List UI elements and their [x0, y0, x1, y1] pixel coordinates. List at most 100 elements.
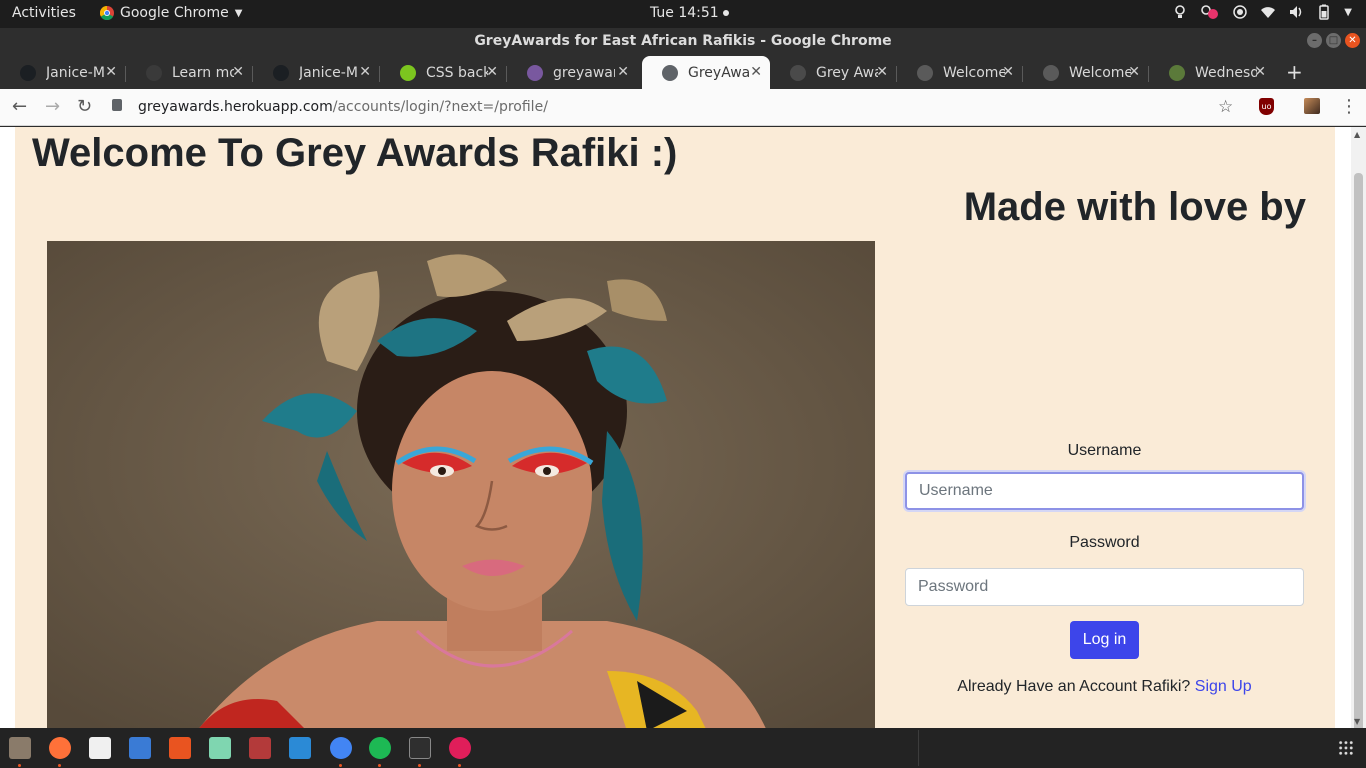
tab-strip: Janice-M ✕ Learn mo ✕ Janice-M ✕ CSS back ✕ grey… [0, 54, 1366, 89]
tab-close-icon[interactable]: ✕ [1002, 64, 1014, 80]
taskbar [0, 728, 1366, 768]
tab-close-icon[interactable]: ✕ [617, 64, 629, 80]
running-indicator [18, 764, 21, 767]
app-menu[interactable]: Google Chrome ▼ [100, 5, 242, 21]
running-indicator [458, 764, 461, 767]
ublock-origin-icon[interactable]: uo [1259, 98, 1274, 115]
username-input[interactable] [905, 472, 1304, 510]
tab-label: Janice-M [46, 64, 105, 81]
tab-7[interactable]: Grey Awa ✕ [770, 56, 896, 89]
clock-label: Tue 14:51 [650, 5, 719, 21]
forward-button[interactable]: → [45, 96, 60, 117]
bookmark-star-icon[interactable]: ☆ [1218, 97, 1233, 117]
tab-close-icon[interactable]: ✕ [750, 64, 762, 80]
portrait-photo [47, 241, 875, 728]
tab-5[interactable]: greyawar ✕ [507, 56, 637, 89]
login-form: Username Password Log in Already Have an… [905, 442, 1304, 696]
battery-icon[interactable] [1316, 4, 1332, 20]
tux-icon[interactable] [89, 737, 111, 759]
toolbox-icon[interactable] [249, 737, 271, 759]
minimize-button[interactable]: – [1307, 33, 1322, 48]
profile-avatar[interactable] [1304, 98, 1320, 114]
tab-close-icon[interactable]: ✕ [876, 64, 888, 80]
tab-close-icon[interactable]: ✕ [1128, 64, 1140, 80]
sheets-icon[interactable] [209, 737, 231, 759]
software-store-icon[interactable] [169, 737, 191, 759]
heroku-icon [527, 64, 543, 81]
scroll-up-arrow-icon[interactable]: ▲ [1354, 130, 1360, 139]
password-label: Password [1069, 534, 1140, 551]
css-icon [400, 64, 416, 81]
caret-down-icon: ▼ [234, 7, 243, 19]
tab-close-icon[interactable]: ✕ [105, 64, 117, 80]
vscode-icon[interactable] [289, 737, 311, 759]
chrome-menu-icon[interactable]: ⋮ [1340, 96, 1358, 117]
running-indicator [418, 764, 421, 767]
github-icon [20, 64, 36, 81]
notification-dot [722, 10, 729, 16]
wifi-icon[interactable] [1260, 4, 1276, 20]
address-bar[interactable]: greyawards.herokuapp.com/accounts/login/… [112, 94, 1252, 121]
tab-label: Grey Awa [816, 64, 878, 81]
running-indicator [58, 764, 61, 767]
window-title-bar: GreyAwards for East African Rafikis - Go… [0, 28, 1366, 54]
tab-close-icon[interactable]: ✕ [1254, 64, 1266, 80]
scroll-down-arrow-icon[interactable]: ▼ [1354, 717, 1360, 726]
slack-tray-icon[interactable] [1200, 4, 1220, 20]
lock-icon[interactable] [112, 99, 122, 111]
tab-label: Janice-M [299, 64, 358, 81]
tab-8[interactable]: Welcome ✕ [897, 56, 1022, 89]
tab-1[interactable]: Janice-M ✕ [0, 56, 125, 89]
volume-icon[interactable] [1288, 4, 1304, 20]
password-input[interactable] [905, 568, 1304, 606]
tab-2[interactable]: Learn mo ✕ [126, 56, 252, 89]
tab-close-icon[interactable]: ✕ [486, 64, 498, 80]
slack-icon[interactable] [449, 737, 471, 759]
lightbulb-icon[interactable] [1172, 4, 1188, 20]
login-button[interactable]: Log in [1070, 621, 1139, 659]
firefox-icon[interactable] [49, 737, 71, 759]
reload-button[interactable]: ↻ [77, 96, 92, 117]
tab-9[interactable]: Welcome ✕ [1023, 56, 1148, 89]
chrome-icon[interactable] [330, 737, 352, 759]
running-indicator [339, 764, 342, 767]
signup-link[interactable]: Sign Up [1195, 678, 1252, 695]
system-menu-caret-icon[interactable]: ▼ [1344, 7, 1352, 18]
document-icon[interactable] [129, 737, 151, 759]
clock[interactable]: Tue 14:51 [650, 5, 729, 21]
tab-label: CSS back [426, 64, 488, 81]
page-viewport: Welcome To Grey Awards Rafiki :) Made wi… [0, 127, 1366, 728]
page-body: Welcome To Grey Awards Rafiki :) Made wi… [15, 127, 1335, 728]
app-menu-label: Google Chrome [120, 5, 229, 21]
page-scrollbar[interactable]: ▲ ▼ [1351, 127, 1366, 733]
address-domain: greyawards.herokuapp.com [138, 99, 333, 115]
tab-6[interactable]: GreyAwa ✕ [642, 56, 770, 89]
globe-icon [662, 64, 678, 81]
new-tab-button[interactable]: + [1286, 60, 1303, 84]
window-controls: – □ ✕ [1307, 33, 1360, 48]
record-icon[interactable] [1232, 4, 1248, 20]
scrollbar-thumb[interactable] [1354, 173, 1363, 733]
tab-label: GreyAwa [688, 64, 750, 81]
spotify-icon[interactable] [369, 737, 391, 759]
window-title: GreyAwards for East African Rafikis - Go… [474, 33, 892, 49]
system-top-bar: Activities Google Chrome ▼ Tue 14:51 ▼ [0, 0, 1366, 28]
tab-4[interactable]: CSS back ✕ [380, 56, 506, 89]
tab-close-icon[interactable]: ✕ [232, 64, 244, 80]
system-tray[interactable]: ▼ [1172, 4, 1352, 20]
tab-close-icon[interactable]: ✕ [359, 64, 371, 80]
back-button[interactable]: ← [12, 96, 27, 117]
github-icon [273, 64, 289, 81]
made-with-love-heading: Made with love by [963, 185, 1306, 229]
files-icon[interactable] [9, 737, 31, 759]
account-prompt-text: Already Have an Account Rafiki? [957, 678, 1191, 695]
activities-button[interactable]: Activities [12, 5, 76, 21]
close-window-button[interactable]: ✕ [1345, 33, 1360, 48]
tab-3[interactable]: Janice-M ✕ [253, 56, 379, 89]
terminal-icon[interactable] [409, 737, 431, 759]
tab-10[interactable]: Wednesd ✕ [1149, 56, 1274, 89]
address-path: /accounts/login/?next=/profile/ [332, 99, 548, 115]
maximize-button[interactable]: □ [1326, 33, 1341, 48]
show-applications-icon[interactable] [1338, 740, 1354, 756]
globe-icon [1043, 64, 1059, 81]
